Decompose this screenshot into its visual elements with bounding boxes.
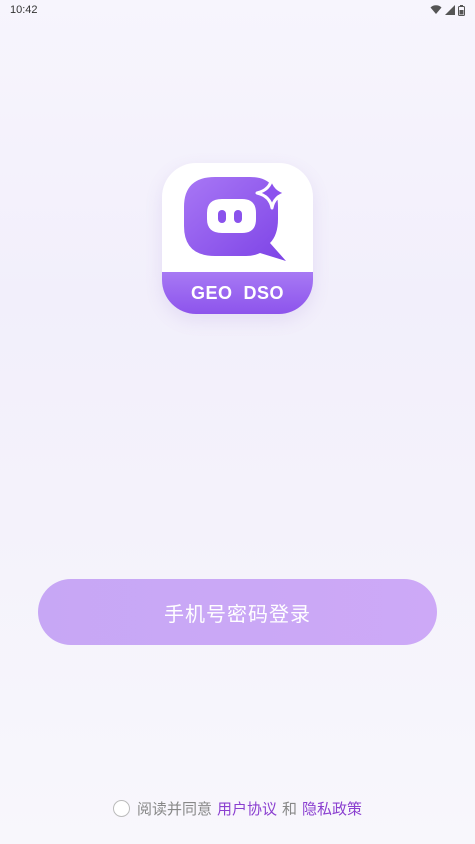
phone-password-login-button[interactable]: 手机号密码登录 [38,579,437,645]
signal-icon [445,5,455,15]
status-bar: 10:42 [0,0,475,20]
agreement-row: 阅读并同意 用户协议 和 隐私政策 [0,797,475,819]
app-logo: GEO DSO [162,163,313,314]
chat-bubble-sparkle-icon [184,176,289,261]
status-time: 10:42 [10,4,38,16]
user-agreement-link[interactable]: 用户协议 [217,798,277,819]
battery-icon [458,4,465,16]
logo-band-text: GEO DSO [162,272,313,314]
agreement-and-text: 和 [282,799,298,818]
wifi-icon [430,5,442,14]
agreement-checkbox[interactable] [112,799,130,817]
agreement-prefix-text: 阅读并同意 [136,799,212,818]
privacy-policy-link[interactable]: 隐私政策 [302,798,362,819]
status-icons [430,4,465,16]
